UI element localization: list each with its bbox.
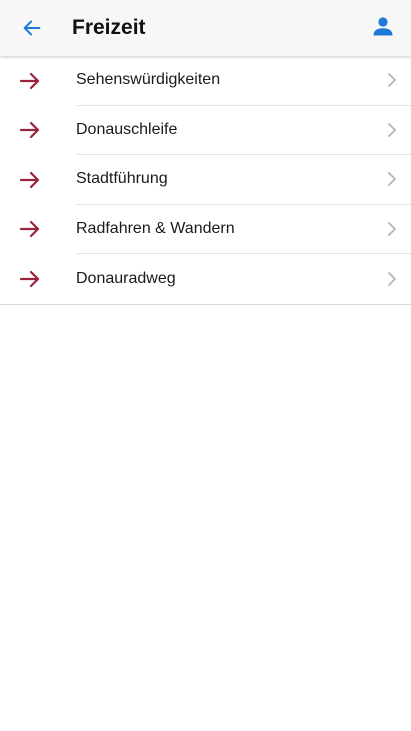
list-item-label: Radfahren & Wandern	[76, 219, 235, 237]
list-item-label: Stadtführung	[76, 170, 168, 188]
page-title: Freizeit	[72, 16, 146, 39]
arrow-right-icon	[0, 106, 60, 156]
list-item-body: Radfahren & Wandern	[76, 205, 411, 254]
list-item-donauschleife[interactable]: Donauschleife	[0, 106, 411, 156]
list-item-label: Donauradweg	[76, 269, 176, 287]
menu-list: Sehenswürdigkeiten Donauschleife Stadtfü…	[0, 56, 411, 305]
list-item-label: Donauschleife	[76, 120, 178, 138]
profile-button[interactable]	[359, 0, 407, 56]
arrow-right-icon	[0, 254, 60, 304]
back-button[interactable]	[0, 0, 64, 56]
chevron-right-icon	[387, 122, 397, 138]
app-header: Freizeit	[0, 0, 411, 56]
list-item-body: Stadtführung	[76, 155, 411, 205]
app-screen: Freizeit Sehenswürdigkeiten Donauschleif…	[0, 0, 411, 731]
list-item-label: Sehenswürdigkeiten	[76, 71, 221, 89]
list-item-donauradweg[interactable]: Donauradweg	[0, 254, 411, 304]
list-item-radfahren-wandern[interactable]: Radfahren & Wandern	[0, 205, 411, 255]
arrow-left-icon	[21, 17, 43, 39]
list-item-body: Donauschleife	[76, 106, 411, 155]
list-item-sehenswuerdigkeiten[interactable]: Sehenswürdigkeiten	[0, 56, 411, 106]
chevron-right-icon	[387, 221, 397, 237]
chevron-right-icon	[387, 171, 397, 187]
list-item-body: Donauradweg	[76, 254, 411, 304]
chevron-right-icon	[387, 271, 397, 287]
list-item-body: Sehenswürdigkeiten	[76, 56, 411, 106]
arrow-right-icon	[0, 155, 60, 205]
arrow-right-icon	[0, 56, 60, 106]
arrow-right-icon	[0, 205, 60, 255]
list-item-stadtfuehrung[interactable]: Stadtführung	[0, 155, 411, 205]
chevron-right-icon	[387, 72, 397, 88]
person-icon	[371, 14, 395, 43]
